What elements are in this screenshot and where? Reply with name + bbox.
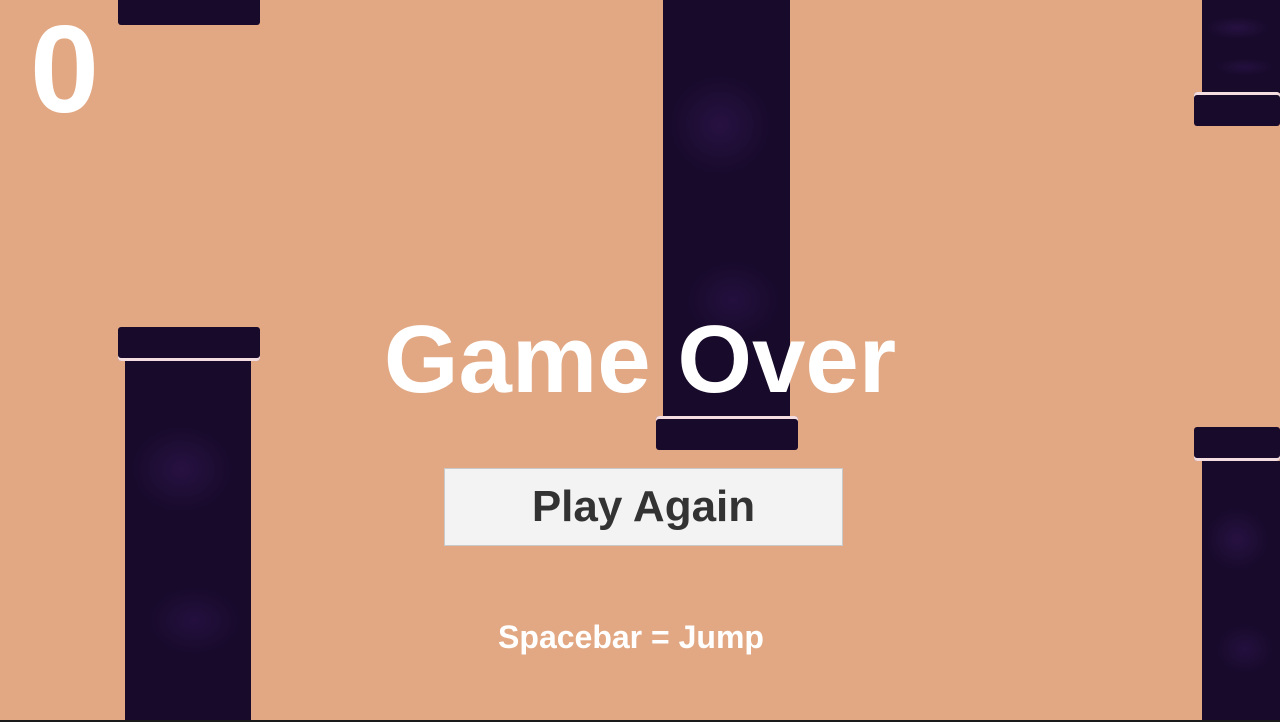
- pipe-3-top-cap: [1194, 92, 1280, 126]
- score-counter: 0: [30, 1, 99, 139]
- pipe-1-top-cap: [118, 0, 260, 25]
- pipe-3-top: [1202, 0, 1280, 93]
- pipe-3-bottom: [1202, 461, 1280, 722]
- game-over-title: Game Over: [383, 306, 897, 413]
- pipe-3-bottom-cap: [1194, 427, 1280, 461]
- play-again-button[interactable]: Play Again: [444, 468, 843, 546]
- pipe-1-bottom: [125, 361, 251, 722]
- pipe-2-top-cap: [656, 416, 798, 450]
- controls-hint: Spacebar = Jump: [498, 619, 764, 655]
